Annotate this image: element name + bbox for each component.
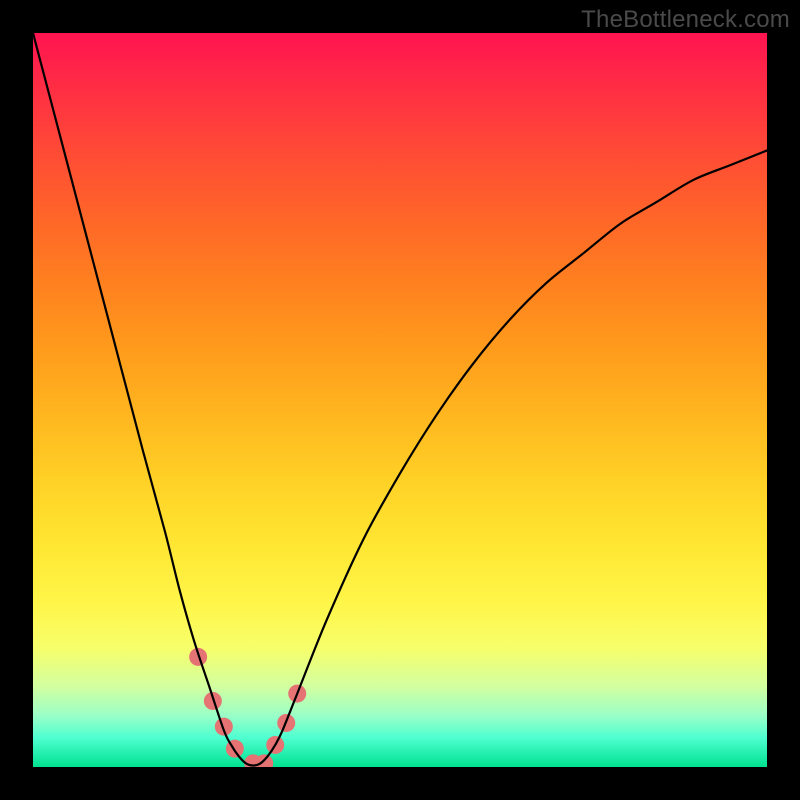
watermark-text: TheBottleneck.com (581, 6, 790, 34)
chart-svg (33, 33, 767, 767)
marker-dots (189, 648, 306, 767)
chart-frame: TheBottleneck.com (0, 0, 800, 800)
chart-plot-area (33, 33, 767, 767)
bottleneck-curve (33, 33, 767, 766)
